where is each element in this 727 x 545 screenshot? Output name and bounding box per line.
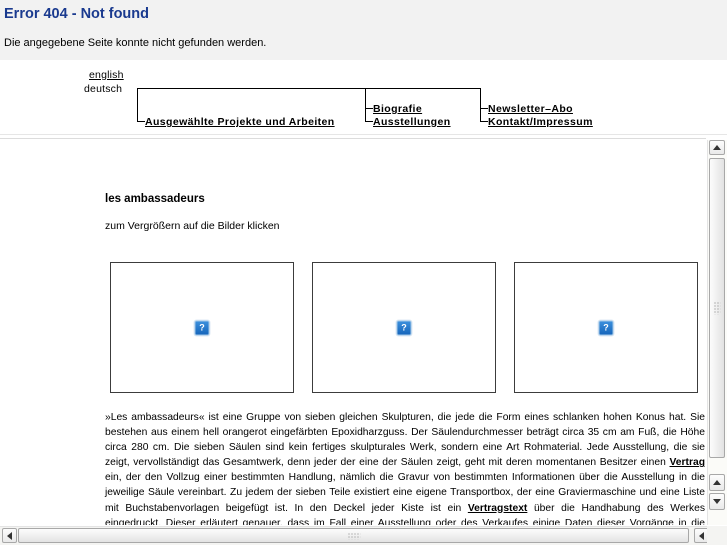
image-thumbnail-2[interactable]: ?: [312, 262, 496, 393]
nav-connector-horizontal-main: [137, 88, 480, 89]
nav-item-projekte[interactable]: Ausgewählte Projekte und Arbeiten: [145, 116, 335, 128]
vertical-scrollbar-thumb[interactable]: [709, 158, 725, 458]
error-message: Die angegebene Seite konnte nicht gefund…: [4, 37, 267, 49]
scrollbar-corner: [707, 526, 727, 545]
page-title: les ambassadeurs: [105, 193, 205, 205]
vertrag-link: Vertrag: [669, 457, 706, 469]
arrow-down-icon: [713, 499, 721, 504]
error-title: Error 404 - Not found: [4, 6, 150, 22]
nav-item-newsletter-abo[interactable]: Newsletter–Abo: [488, 103, 573, 115]
nav-connector-stub-newsletter: [480, 108, 488, 109]
nav-connector-vertical-left: [137, 88, 138, 122]
scroll-up-button-bottom[interactable]: [709, 474, 725, 491]
document-viewport: les ambassadeurs zum Vergrößern auf die …: [0, 140, 706, 525]
broken-image-icon: ?: [396, 320, 412, 335]
header-divider: [0, 134, 727, 135]
scroll-down-button[interactable]: [709, 493, 725, 510]
site-navigation: english deutsch Ausgewählte Projekte und…: [0, 60, 727, 135]
arrow-left-icon: [699, 531, 704, 540]
arrow-up-icon: [713, 145, 721, 150]
image-thumbnail-1[interactable]: ?: [110, 262, 294, 393]
broken-image-icon: ?: [194, 320, 210, 335]
scrollbar-grip-icon: [713, 301, 721, 315]
nav-connector-stub-projekte: [137, 121, 145, 122]
nav-connector-stub-ausstellungen: [365, 121, 373, 122]
header-divider-secondary: [0, 138, 706, 139]
page-subtitle: zum Vergrößern auf die Bilder klicken: [105, 220, 280, 232]
nav-connector-stub-kontakt: [480, 121, 488, 122]
vertragstext-link: Vertragstext: [467, 502, 528, 514]
arrow-up-icon: [713, 480, 721, 485]
nav-connector-vertical-right: [480, 88, 481, 122]
nav-lang-english[interactable]: english: [89, 69, 124, 81]
scroll-left-button[interactable]: [2, 528, 17, 543]
horizontal-scrollbar-thumb[interactable]: [18, 528, 689, 543]
body-text: »Les ambassadeurs« ist eine Gruppe von s…: [105, 412, 706, 525]
nav-connector-vertical-mid: [365, 88, 366, 122]
nav-lang-deutsch[interactable]: deutsch: [84, 83, 122, 95]
nav-item-kontakt-impressum[interactable]: Kontakt/Impressum: [488, 116, 593, 128]
scroll-up-button[interactable]: [709, 140, 725, 155]
scrollbar-grip-icon: [347, 532, 360, 539]
broken-image-icon: ?: [598, 320, 614, 335]
image-thumbnail-3[interactable]: ?: [514, 262, 698, 393]
nav-item-biografie[interactable]: Biografie: [373, 103, 422, 115]
arrow-left-icon: [7, 531, 12, 540]
nav-item-ausstellungen[interactable]: Ausstellungen: [373, 116, 451, 128]
error-banner: Error 404 - Not found Die angegebene Sei…: [0, 0, 727, 60]
nav-connector-stub-biografie: [365, 108, 373, 109]
